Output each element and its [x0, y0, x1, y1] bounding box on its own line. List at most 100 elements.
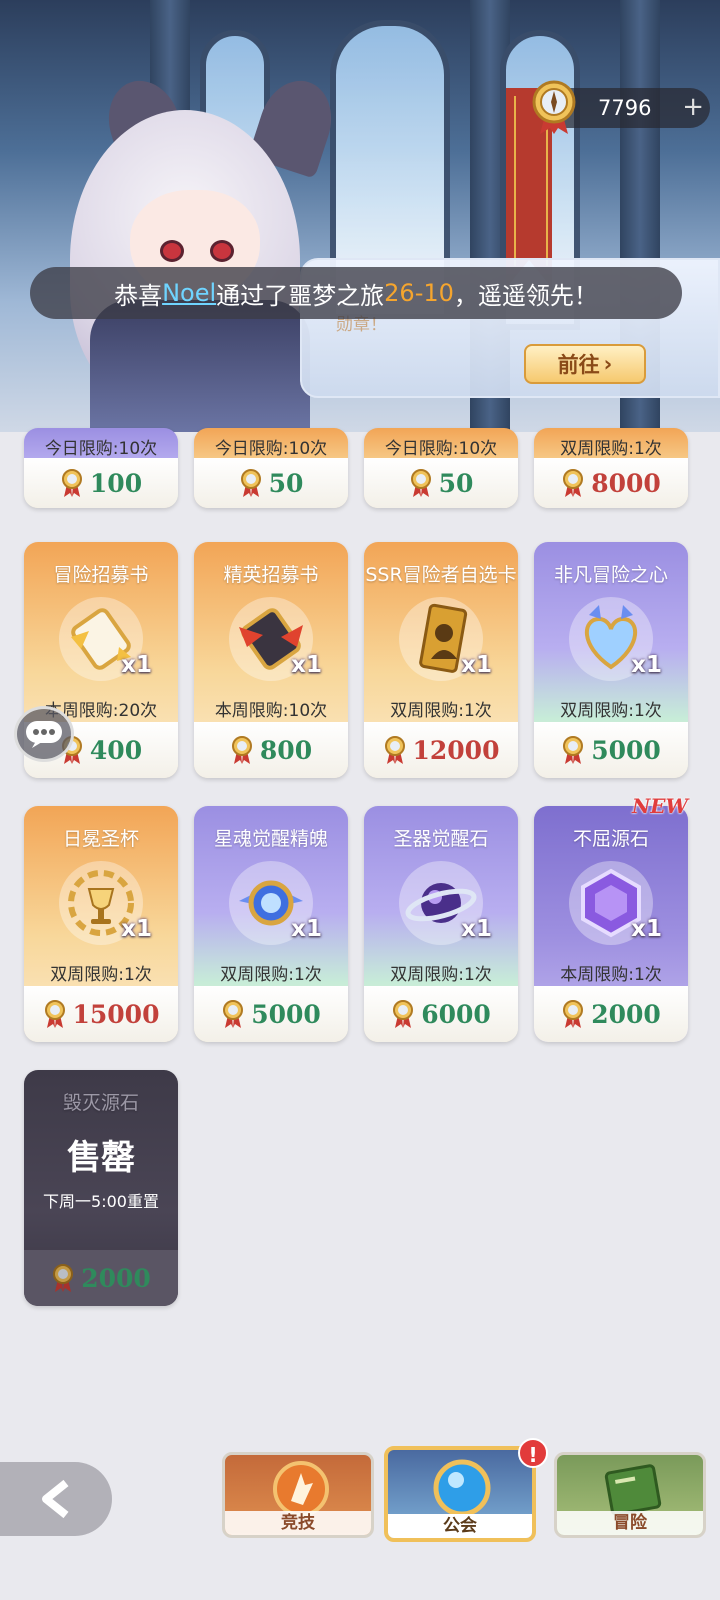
goto-button[interactable]: 前往 ›: [524, 344, 646, 384]
shop-item-card[interactable]: 双周限购:1次 8000: [534, 428, 688, 508]
tab-guild-label: 公会: [388, 1514, 532, 1538]
price: 6000: [364, 986, 518, 1042]
outfit: [90, 300, 310, 432]
purchase-limit: 今日限购:10次: [44, 439, 158, 459]
medal-icon: [563, 1000, 584, 1028]
medal-icon: [532, 80, 576, 134]
price: 50: [194, 458, 348, 508]
purchase-limit: 双周限购:1次: [220, 965, 322, 985]
purchase-limit: 本周限购:10次: [214, 701, 328, 721]
price-value: 15000: [72, 999, 160, 1029]
price-value: 2000: [81, 1263, 151, 1293]
price-value: 50: [438, 468, 474, 498]
eye: [160, 240, 184, 262]
announcement-marquee: 恭喜 Noel 通过了噩梦之旅 26-10 ，遥遥领先！: [30, 267, 682, 319]
notification-badge: !: [518, 1438, 548, 1468]
item-name: SSR冒险者自选卡: [365, 564, 517, 586]
event-banner: 勋章！ 前往 › 7796 + 恭喜 Noel 通过了噩梦之旅 26-10 ，遥…: [0, 0, 720, 432]
shop-item-card[interactable]: 非凡冒险之心 x1 双周限购:1次 5000: [534, 542, 688, 778]
currency-value: 7796: [598, 96, 652, 120]
medal-icon: [384, 736, 405, 764]
character-portrait: [30, 40, 343, 432]
item-quantity: x1: [121, 652, 152, 678]
price-value: 5000: [591, 735, 661, 765]
price: 5000: [534, 722, 688, 778]
reset-time: 下周一5:00重置: [43, 1192, 159, 1211]
marquee-level: 26-10: [384, 279, 454, 307]
item-name: 圣器觉醒石: [393, 828, 489, 850]
medal-currency: 7796 +: [532, 80, 710, 134]
shop-grid: 今日限购:10次 100 今日限购:10次 50 今日限购:10次 50 双周限…: [0, 428, 720, 1432]
shop-item-card[interactable]: NEW 不屈源石 x1 本周限购:1次 2000: [534, 794, 688, 1042]
item-name: 日冕圣杯: [62, 828, 139, 850]
item-quantity: x1: [291, 916, 322, 942]
medal-icon: [44, 1000, 65, 1028]
shop-item-card[interactable]: 精英招募书 x1 本周限购:10次 800: [194, 542, 348, 778]
purchase-limit: 双周限购:1次: [50, 965, 152, 985]
price-value: 6000: [421, 999, 491, 1029]
tab-adventure[interactable]: 冒险: [554, 1452, 706, 1538]
medal-icon: [53, 1264, 74, 1292]
price-value: 2000: [591, 999, 661, 1029]
item-quantity: x1: [461, 652, 492, 678]
price: 2000: [534, 986, 688, 1042]
shop-item-card[interactable]: 圣器觉醒石 x1 双周限购:1次 6000: [364, 806, 518, 1042]
new-tag: NEW: [632, 794, 688, 818]
shop-item-card[interactable]: 日冕圣杯 x1 双周限购:1次 15000: [24, 806, 178, 1042]
tab-adventure-label: 冒险: [557, 1511, 703, 1535]
shop-item-card[interactable]: 今日限购:10次 50: [364, 428, 518, 508]
medal-icon: [223, 1000, 244, 1028]
arena-icon: [273, 1461, 329, 1517]
purchase-limit: 双周限购:1次: [390, 701, 492, 721]
purchase-limit: 双周限购:1次: [560, 701, 662, 721]
medal-icon: [61, 469, 82, 497]
price-value: 8000: [591, 468, 661, 498]
chevron-right-icon: ›: [603, 352, 613, 376]
shop-item-card-sold-out: 毁灭源石 售罄 下周一5:00重置 2000: [24, 1070, 178, 1306]
medal-icon: [231, 736, 252, 764]
price: 15000: [24, 986, 178, 1042]
marquee-suffix: ，遥遥领先！: [453, 281, 598, 310]
chevron-left-icon: [42, 1479, 69, 1519]
chat-icon: [26, 721, 62, 748]
back-button[interactable]: [0, 1462, 112, 1536]
price: 2000: [24, 1250, 178, 1306]
medal-icon: [240, 469, 261, 497]
price-value: 5000: [251, 999, 321, 1029]
tab-guild[interactable]: 公会: [384, 1446, 536, 1542]
purchase-limit: 本周限购:1次: [560, 965, 662, 985]
purchase-limit: 双周限购:1次: [560, 439, 662, 459]
medal-icon: [393, 1000, 414, 1028]
add-currency-button[interactable]: +: [682, 92, 704, 122]
medal-icon: [410, 469, 431, 497]
price-value: 100: [89, 468, 143, 498]
shop-item-card[interactable]: 星魂觉醒精魄 x1 双周限购:1次 5000: [194, 806, 348, 1042]
price: 800: [194, 722, 348, 778]
price-value: 12000: [412, 735, 500, 765]
price: 50: [364, 458, 518, 508]
tab-arena-label: 竞技: [225, 1511, 371, 1535]
medal-icon: [563, 736, 584, 764]
purchase-limit: 今日限购:10次: [214, 439, 328, 459]
chat-button[interactable]: [14, 706, 74, 762]
shop-item-card[interactable]: SSR冒险者自选卡 x1 双周限购:1次 12000: [364, 542, 518, 778]
price-value: 800: [259, 735, 313, 765]
item-name: 冒险招募书: [53, 564, 149, 586]
goto-label: 前往: [557, 353, 600, 377]
item-quantity: x1: [121, 916, 152, 942]
item-name: 精英招募书: [223, 564, 319, 586]
shop-item-card[interactable]: 今日限购:10次 100: [24, 428, 178, 508]
marquee-prefix: 恭喜: [114, 281, 163, 310]
tab-arena[interactable]: 竞技: [222, 1452, 374, 1538]
shop-item-card[interactable]: 今日限购:10次 50: [194, 428, 348, 508]
price: 100: [24, 458, 178, 508]
medal-icon: [563, 469, 584, 497]
eye: [210, 240, 234, 262]
book-icon: [604, 1464, 662, 1516]
marquee-player-name[interactable]: Noel: [162, 279, 216, 307]
item-quantity: x1: [461, 916, 492, 942]
price-value: 400: [89, 735, 143, 765]
sold-out-stamp: 售罄: [67, 1138, 135, 1178]
item-quantity: x1: [291, 652, 322, 678]
purchase-limit: 今日限购:10次: [384, 439, 498, 459]
